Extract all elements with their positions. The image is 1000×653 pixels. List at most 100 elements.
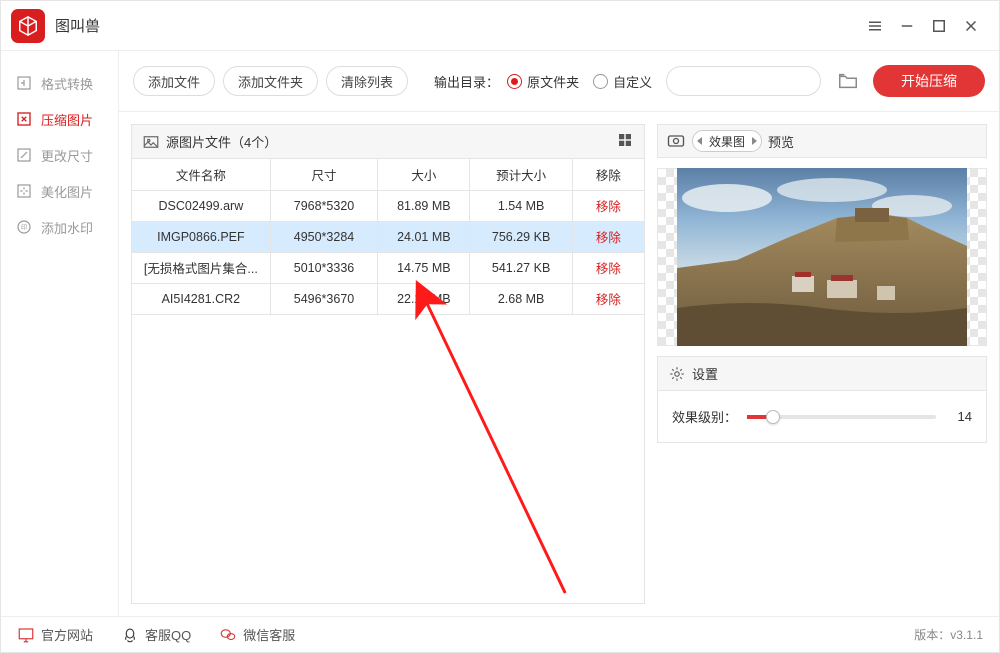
- table-row[interactable]: DSC02499.arw7968*532081.89 MB1.54 MB 移除: [132, 190, 644, 221]
- table-row[interactable]: IMGP0866.PEF4950*328424.01 MB756.29 KB 移除: [132, 221, 644, 252]
- cell-dim: 4950*3284: [270, 221, 378, 252]
- start-compress-button[interactable]: 开始压缩: [873, 65, 985, 97]
- sidebar-item-watermark[interactable]: 印 添加水印: [1, 209, 118, 245]
- cell-name: AI5I4281.CR2: [132, 283, 270, 314]
- cell-size: 14.75 MB: [378, 252, 470, 283]
- table-row[interactable]: [无损格式图片集合...5010*333614.75 MB541.27 KB 移除: [132, 252, 644, 283]
- cell-name: DSC02499.arw: [132, 190, 270, 221]
- preview-icon: [666, 131, 686, 151]
- footer-label: 微信客服: [243, 625, 295, 644]
- qq-icon: [121, 626, 139, 644]
- cell-size: 24.01 MB: [378, 221, 470, 252]
- sidebar-item-format[interactable]: 格式转换: [1, 65, 118, 101]
- settings-header: 设置: [658, 357, 986, 391]
- col-header-est: 预计大小: [470, 159, 572, 190]
- cell-dim: 7968*5320: [270, 190, 378, 221]
- cell-est: 541.27 KB: [470, 252, 572, 283]
- close-button[interactable]: [955, 10, 987, 42]
- file-table: 文件名称 尺寸 大小 预计大小 移除 DSC02499.arw7968*5320…: [132, 159, 644, 315]
- table-row[interactable]: AI5I4281.CR25496*367022.28 MB2.68 MB 移除: [132, 283, 644, 314]
- remove-link[interactable]: 移除: [596, 262, 621, 276]
- sidebar-item-label: 压缩图片: [41, 110, 93, 129]
- sidebar-item-label: 添加水印: [41, 218, 93, 237]
- col-header-del: 移除: [572, 159, 644, 190]
- toolbar: 添加文件 添加文件夹 清除列表 输出目录： 原文件夹 自定义 开始压缩: [119, 51, 999, 112]
- preview-panel: 效果图 预览: [657, 124, 987, 604]
- output-path-input[interactable]: [666, 66, 821, 96]
- radio-source-folder[interactable]: 原文件夹: [507, 72, 579, 91]
- output-label: 输出目录：: [434, 72, 499, 91]
- cell-est: 2.68 MB: [470, 283, 572, 314]
- sidebar: 格式转换 压缩图片 更改尺寸 美化图片 印 添加水印: [1, 51, 119, 616]
- cell-remove: 移除: [572, 252, 644, 283]
- footer-label: 客服QQ: [145, 625, 191, 644]
- remove-link[interactable]: 移除: [596, 231, 621, 245]
- clear-list-button[interactable]: 清除列表: [326, 66, 408, 96]
- preview-image: [657, 168, 987, 346]
- remove-link[interactable]: 移除: [596, 293, 621, 307]
- footer-website[interactable]: 官方网站: [17, 625, 93, 644]
- radio-label: 原文件夹: [527, 72, 579, 91]
- beautify-icon: [15, 182, 33, 200]
- resize-icon: [15, 146, 33, 164]
- image-icon: [142, 133, 160, 151]
- file-table-title: 源图片文件（4个）: [166, 132, 277, 151]
- sidebar-item-resize[interactable]: 更改尺寸: [1, 137, 118, 173]
- cell-size: 81.89 MB: [378, 190, 470, 221]
- sidebar-item-label: 更改尺寸: [41, 146, 93, 165]
- radio-custom-folder[interactable]: 自定义: [593, 72, 652, 91]
- settings-box: 设置 效果级别： 14: [657, 356, 987, 443]
- cell-remove: 移除: [572, 221, 644, 252]
- watermark-icon: 印: [15, 218, 33, 236]
- cell-remove: 移除: [572, 190, 644, 221]
- col-header-size: 大小: [378, 159, 470, 190]
- minimize-button[interactable]: [891, 10, 923, 42]
- app-logo: [11, 9, 45, 43]
- add-file-button[interactable]: 添加文件: [133, 66, 215, 96]
- col-header-name: 文件名称: [132, 159, 270, 190]
- cell-name: [无损格式图片集合...: [132, 252, 270, 283]
- slider-value: 14: [946, 409, 972, 424]
- svg-text:印: 印: [21, 224, 27, 231]
- quality-slider[interactable]: [747, 415, 936, 419]
- footer-qq[interactable]: 客服QQ: [121, 625, 191, 644]
- add-folder-button[interactable]: 添加文件夹: [223, 66, 318, 96]
- file-table-header: 源图片文件（4个）: [132, 125, 644, 159]
- cell-remove: 移除: [572, 283, 644, 314]
- table-header-row: 文件名称 尺寸 大小 预计大小 移除: [132, 159, 644, 190]
- titlebar: 图叫兽: [1, 1, 999, 51]
- file-table-panel: 源图片文件（4个） 文件名称 尺寸 大小 预计大小: [131, 124, 645, 604]
- radio-label: 自定义: [613, 72, 652, 91]
- settings-label: 设置: [692, 364, 718, 383]
- view-toggle-button[interactable]: [616, 131, 634, 152]
- sidebar-item-compress[interactable]: 压缩图片: [1, 101, 118, 137]
- slider-label: 效果级别：: [672, 407, 737, 426]
- maximize-button[interactable]: [923, 10, 955, 42]
- cell-size: 22.28 MB: [378, 283, 470, 314]
- preview-mode-select[interactable]: 效果图: [692, 130, 762, 152]
- app-title: 图叫兽: [55, 15, 100, 36]
- col-header-dim: 尺寸: [270, 159, 378, 190]
- preview-label: 预览: [768, 132, 794, 151]
- cell-dim: 5010*3336: [270, 252, 378, 283]
- cell-est: 756.29 KB: [470, 221, 572, 252]
- wechat-icon: [219, 626, 237, 644]
- menu-button[interactable]: [859, 10, 891, 42]
- preview-header: 效果图 预览: [657, 124, 987, 158]
- cell-dim: 5496*3670: [270, 283, 378, 314]
- cell-est: 1.54 MB: [470, 190, 572, 221]
- compress-icon: [15, 110, 33, 128]
- gear-icon: [668, 365, 686, 383]
- preview-mode-label: 效果图: [709, 133, 745, 150]
- browse-folder-button[interactable]: [835, 68, 861, 94]
- sidebar-item-beautify[interactable]: 美化图片: [1, 173, 118, 209]
- footer-wechat[interactable]: 微信客服: [219, 625, 295, 644]
- footer-label: 官方网站: [41, 625, 93, 644]
- version-label: 版本：v3.1.1: [914, 626, 983, 643]
- sidebar-item-label: 格式转换: [41, 74, 93, 93]
- cell-name: IMGP0866.PEF: [132, 221, 270, 252]
- monitor-icon: [17, 626, 35, 644]
- format-icon: [15, 74, 33, 92]
- footer: 官方网站 客服QQ 微信客服 版本：v3.1.1: [1, 616, 999, 652]
- remove-link[interactable]: 移除: [596, 200, 621, 214]
